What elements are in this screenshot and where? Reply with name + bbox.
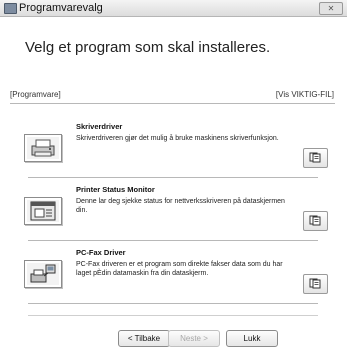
document-icon [309,278,321,289]
divider [28,303,318,304]
document-icon [309,215,321,226]
list-item-printer-driver[interactable]: Skriverdriver Skriverdriveren gjør det m… [10,118,335,176]
footer-divider [28,315,318,316]
readme-button[interactable] [303,148,328,168]
divider [28,177,318,178]
item-title: Skriverdriver [76,122,123,131]
list-item-pc-fax-driver[interactable]: PC-Fax Driver PC-Fax driveren er et prog… [10,244,335,302]
item-description: PC-Fax driveren er et program som direkt… [76,261,283,277]
item-description: Skriverdriveren gjør det mulig å bruke m… [76,135,279,142]
close-button[interactable]: Lukk [226,330,278,347]
readme-link[interactable]: [Vis VIKTIG-FIL] [276,90,334,99]
document-icon [309,152,321,163]
title-bar: Programvarevalg ✕ [0,0,347,17]
divider [28,240,318,241]
fax-icon[interactable] [24,260,62,288]
back-button[interactable]: < Tilbake [118,330,170,347]
item-title: Printer Status Monitor [76,185,155,194]
next-button[interactable]: Neste > [168,330,220,347]
divider [10,103,335,104]
list-item-status-monitor[interactable]: Printer Status Monitor Denne lar deg sje… [10,181,335,239]
status-monitor-icon[interactable] [24,197,62,225]
page-title: Velg et program som skal installeres. [25,39,271,56]
window-title: Programvarevalg [19,2,103,14]
readme-button[interactable] [303,211,328,231]
app-icon [4,3,17,14]
readme-button[interactable] [303,274,328,294]
section-label: [Programvare] [10,90,61,99]
window-close-button[interactable]: ✕ [319,2,343,15]
item-description: Denne lar deg sjekke status for nettverk… [76,198,285,214]
printer-icon[interactable] [24,134,62,162]
item-title: PC-Fax Driver [76,248,126,257]
